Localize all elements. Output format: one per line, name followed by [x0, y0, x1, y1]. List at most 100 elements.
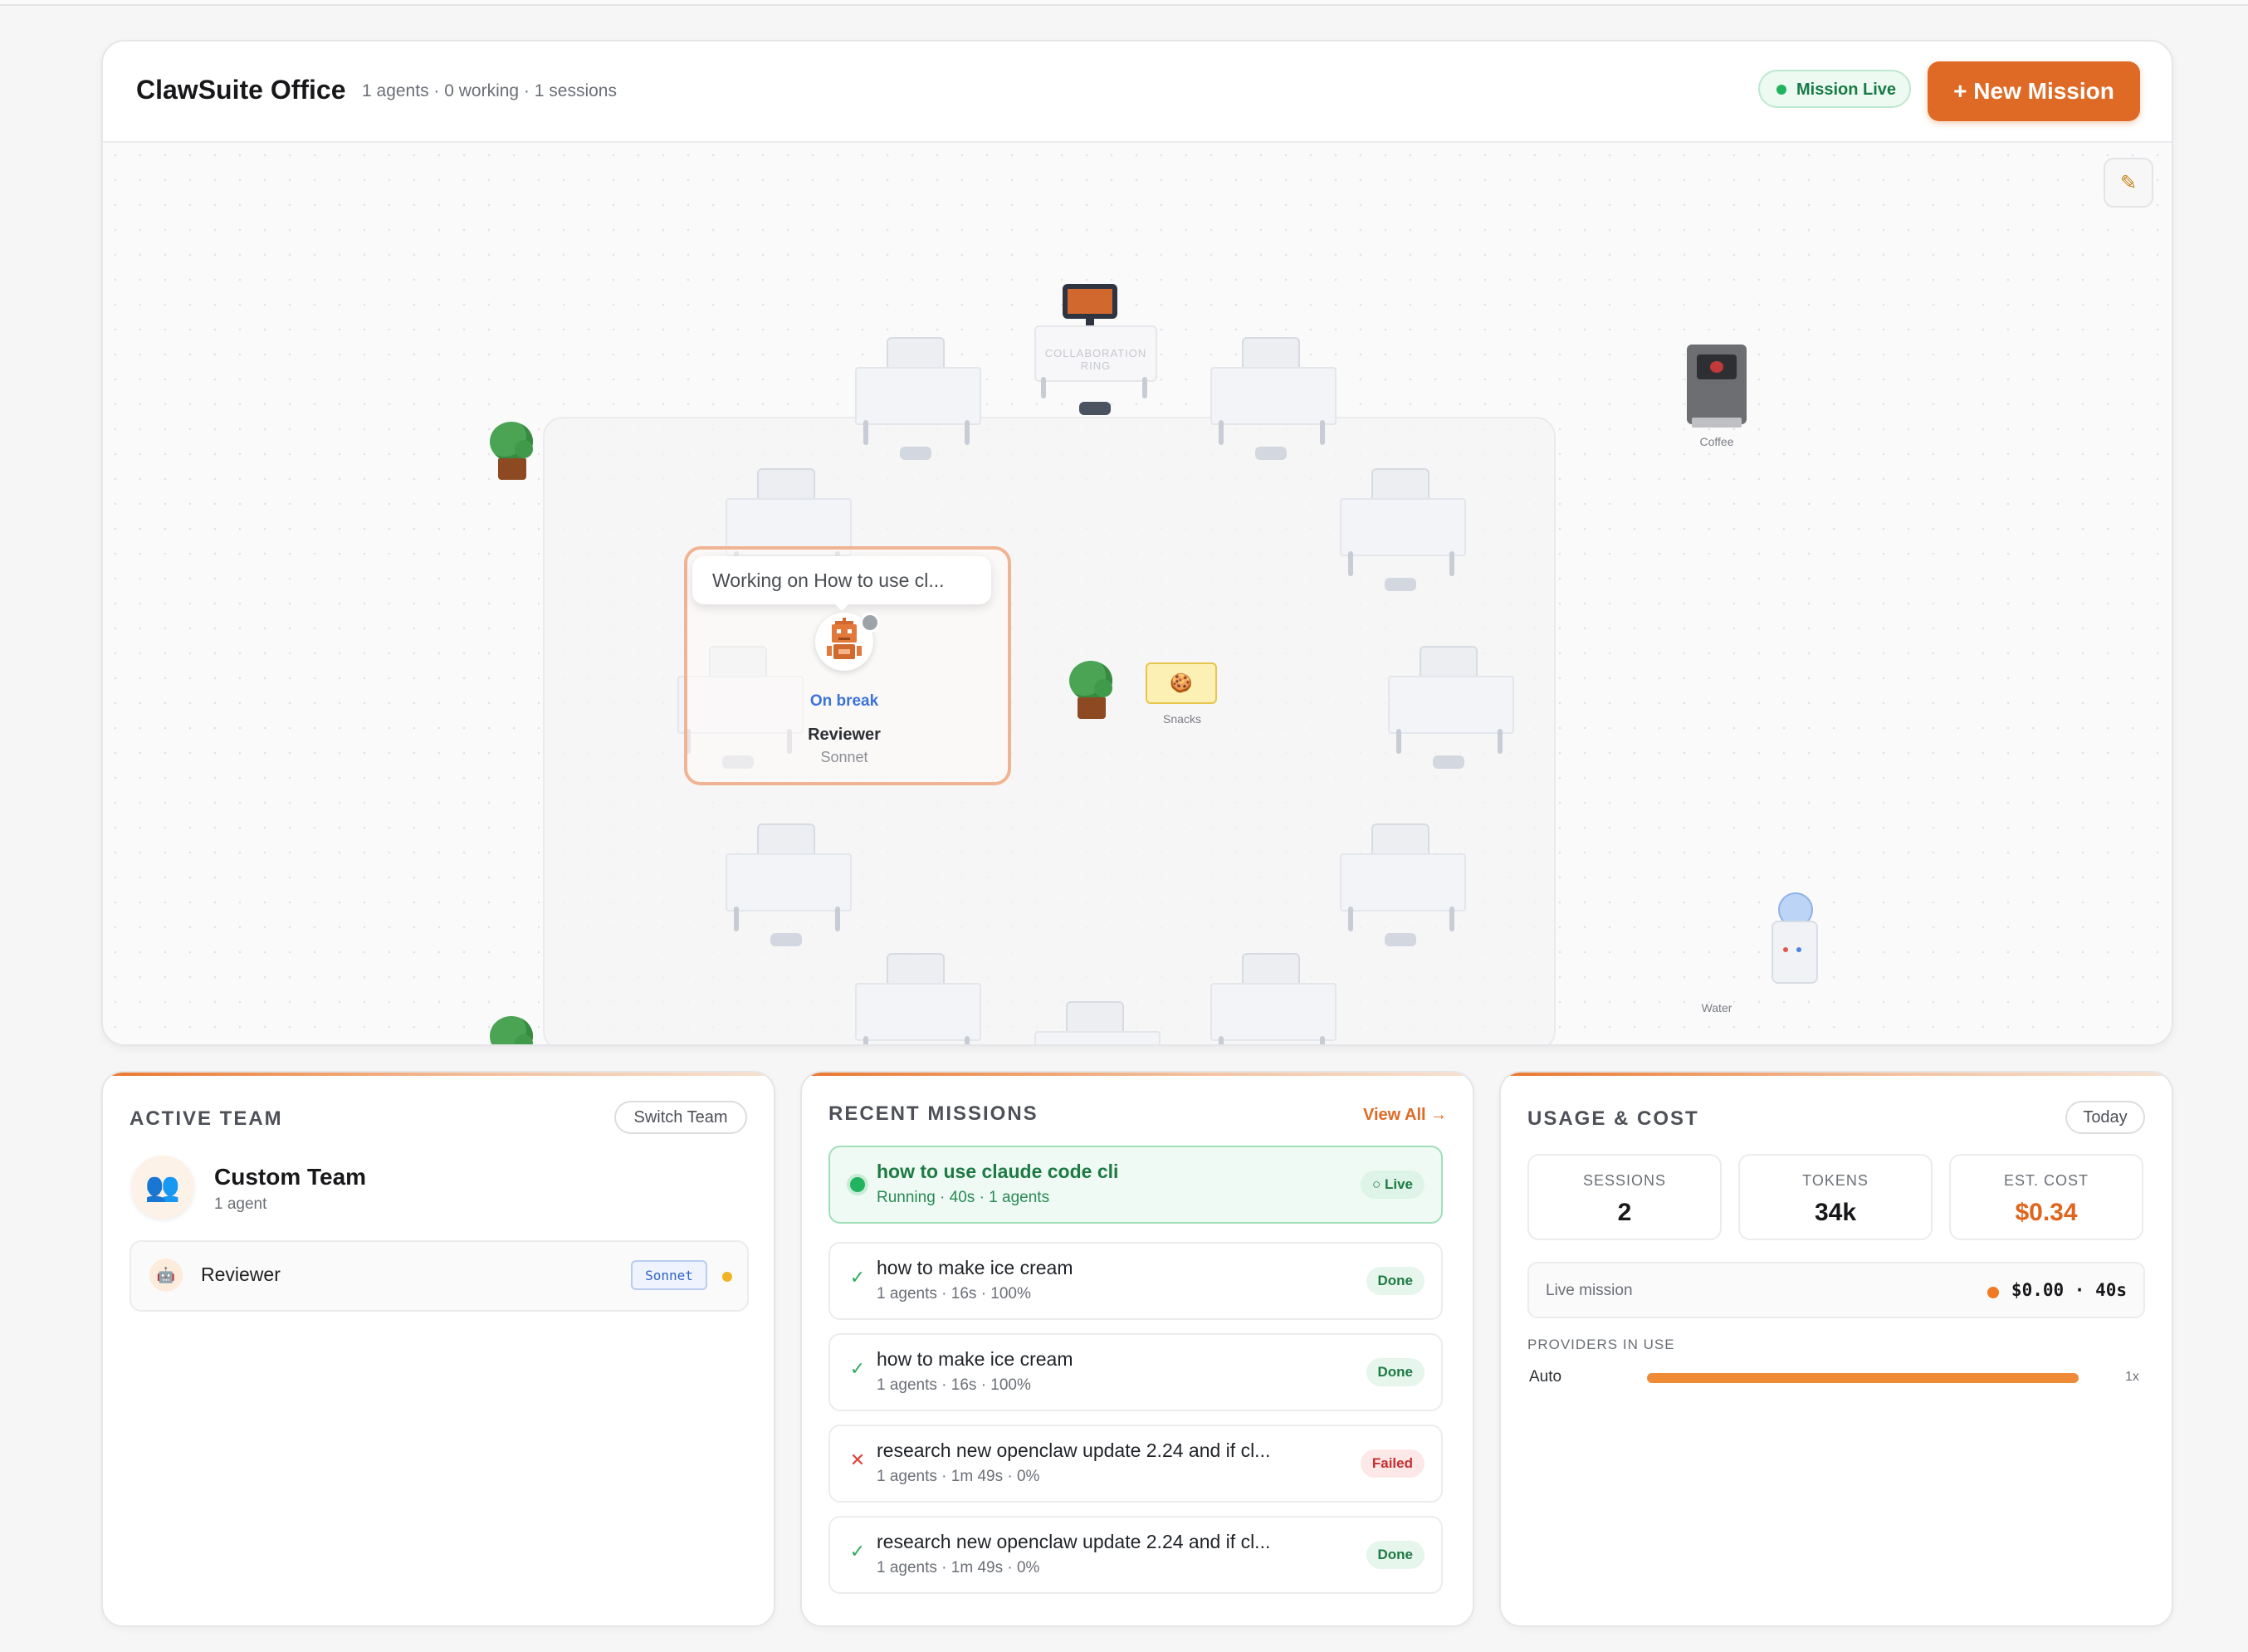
cookie-icon: 🍪 [1170, 672, 1193, 693]
stat-value: 2 [1617, 1199, 1632, 1226]
status-badge: ○ Live [1360, 1171, 1425, 1199]
tv-screen-icon [1063, 284, 1117, 325]
stat-value: 34k [1814, 1199, 1857, 1226]
coffee-label: Coffee [1699, 435, 1734, 448]
snacks-icon[interactable]: 🍪 [1146, 662, 1217, 704]
agent-name: Reviewer [808, 726, 881, 744]
status-badge: Failed [1360, 1449, 1425, 1478]
active-team-panel: ACTIVE TEAM Switch Team 👥 Custom Team 1 … [101, 1071, 775, 1627]
panel-title: USAGE & COST [1527, 1107, 1699, 1130]
mission-meta: 1 agents · 1m 49s · 0% [877, 1468, 1040, 1485]
member-name: Reviewer [201, 1263, 281, 1285]
recent-missions-panel: RECENT MISSIONS View All → how to use cl… [800, 1071, 1474, 1627]
view-all-link[interactable]: View All → [1363, 1106, 1447, 1125]
provider-usage-fill [1647, 1373, 2079, 1383]
sessions-stat: SESSIONS 2 [1527, 1154, 1722, 1240]
providers-title: PROVIDERS IN USE [1527, 1337, 1675, 1352]
mission-title: research new openclaw update 2.24 and if… [877, 1439, 1271, 1461]
cost-stat: EST. COST $0.34 [1949, 1154, 2143, 1240]
desk[interactable] [1034, 1001, 1161, 1044]
close-icon: ✕ [849, 1449, 866, 1470]
status-badge: Done [1366, 1358, 1425, 1386]
mission-meta: 1 agents · 16s · 100% [877, 1285, 1031, 1303]
mission-meta: 1 agents · 16s · 100% [877, 1376, 1031, 1394]
check-icon: ✓ [849, 1541, 866, 1562]
team-icon: 👥 [131, 1156, 194, 1219]
office-summary: 1 agents · 0 working · 1 sessions [362, 81, 617, 100]
plant-icon [490, 1016, 536, 1044]
mission-title: how to use claude code cli [877, 1161, 1119, 1182]
edit-layout-button[interactable]: ✎ [2104, 158, 2153, 208]
collaboration-table[interactable]: COLLABORATION RING [1034, 325, 1157, 382]
live-mission-row: Live mission $0.00 · 40s [1527, 1262, 2145, 1318]
team-agent-count: 1 agent [214, 1195, 267, 1213]
plant-icon [1069, 661, 1116, 721]
desk[interactable] [1388, 646, 1514, 769]
status-badge: Done [1366, 1541, 1425, 1569]
live-dot-icon [1987, 1287, 1999, 1298]
live-dot-icon [1776, 85, 1786, 95]
date-range-button[interactable]: Today [2065, 1101, 2145, 1134]
desk[interactable] [1210, 337, 1337, 460]
collaboration-label: COLLABORATION RING [1044, 347, 1147, 372]
model-badge: Sonnet [631, 1260, 707, 1290]
new-mission-button[interactable]: + New Mission [1928, 61, 2140, 121]
status-badge: Done [1366, 1267, 1425, 1295]
mission-live-label: Mission Live [1796, 81, 1897, 99]
pencil-icon: ✎ [2119, 171, 2138, 194]
stat-label: TOKENS [1802, 1172, 1869, 1189]
mission-item[interactable]: how to use claude code cli Running · 40s… [828, 1146, 1443, 1224]
office-floor: ✎ COLLABORATION RING Coffee 🍪 Snacks Wat… [103, 143, 2172, 1044]
team-name: Custom Team [214, 1164, 367, 1190]
snacks-label: Snacks [1163, 712, 1201, 726]
collaboration-chair [1079, 402, 1111, 415]
desk[interactable] [855, 953, 981, 1044]
usage-cost-panel: USAGE & COST Today SESSIONS 2 TOKENS 34k… [1499, 1071, 2173, 1627]
mission-item[interactable]: ✕ research new openclaw update 2.24 and … [828, 1425, 1443, 1503]
check-icon: ✓ [849, 1267, 866, 1288]
tokens-stat: TOKENS 34k [1738, 1154, 1933, 1240]
plant-icon [490, 422, 536, 481]
check-icon: ✓ [849, 1358, 866, 1379]
coffee-machine-icon[interactable] [1687, 345, 1747, 428]
desk[interactable] [1340, 468, 1466, 591]
agent-speech-bubble: Working on How to use cl... [692, 556, 991, 611]
water-label: Water [1701, 1001, 1732, 1014]
stat-label: EST. COST [2003, 1172, 2089, 1189]
live-mission-value: $0.00 · 40s [2011, 1280, 2127, 1300]
desk[interactable] [1340, 824, 1466, 946]
member-status-dot [722, 1272, 732, 1282]
mission-title: how to make ice cream [877, 1348, 1073, 1370]
panel-title: ACTIVE TEAM [130, 1107, 283, 1130]
team-member-row[interactable]: 🤖 Reviewer Sonnet [130, 1240, 749, 1312]
agent-status-label: On break [809, 692, 879, 710]
mission-item[interactable]: ✓ how to make ice cream 1 agents · 16s ·… [828, 1333, 1443, 1411]
provider-name: Auto [1529, 1368, 1562, 1386]
panel-title: RECENT MISSIONS [828, 1102, 1038, 1125]
desk[interactable] [855, 337, 981, 460]
mission-meta: Running · 40s · 1 agents [877, 1189, 1050, 1206]
mission-meta: 1 agents · 1m 49s · 0% [877, 1559, 1040, 1576]
table-leg [1041, 377, 1046, 398]
mission-item[interactable]: ✓ research new openclaw update 2.24 and … [828, 1516, 1443, 1594]
water-cooler-icon[interactable] [1772, 892, 1820, 984]
running-dot-icon [850, 1177, 865, 1192]
stat-value: $0.34 [2015, 1199, 2078, 1226]
provider-usage-bar [1647, 1373, 2079, 1383]
page-title: ClawSuite Office [136, 75, 346, 105]
desk[interactable] [1210, 953, 1337, 1044]
live-mission-label: Live mission [1546, 1282, 1633, 1299]
mission-live-badge[interactable]: Mission Live [1758, 70, 1911, 108]
robot-icon: 🤖 [149, 1259, 183, 1292]
agent-status-dot [860, 613, 880, 633]
stat-label: SESSIONS [1582, 1172, 1667, 1189]
switch-team-button[interactable]: Switch Team [614, 1101, 747, 1134]
office-header: ClawSuite Office 1 agents · 0 working · … [103, 42, 2172, 143]
table-leg [1142, 377, 1147, 398]
mission-title: research new openclaw update 2.24 and if… [877, 1531, 1271, 1552]
agent-model: Sonnet [820, 749, 868, 765]
provider-multiplier: 1x [2125, 1370, 2139, 1384]
mission-item[interactable]: ✓ how to make ice cream 1 agents · 16s ·… [828, 1242, 1443, 1320]
desk[interactable] [726, 824, 852, 946]
mission-title: how to make ice cream [877, 1257, 1073, 1278]
